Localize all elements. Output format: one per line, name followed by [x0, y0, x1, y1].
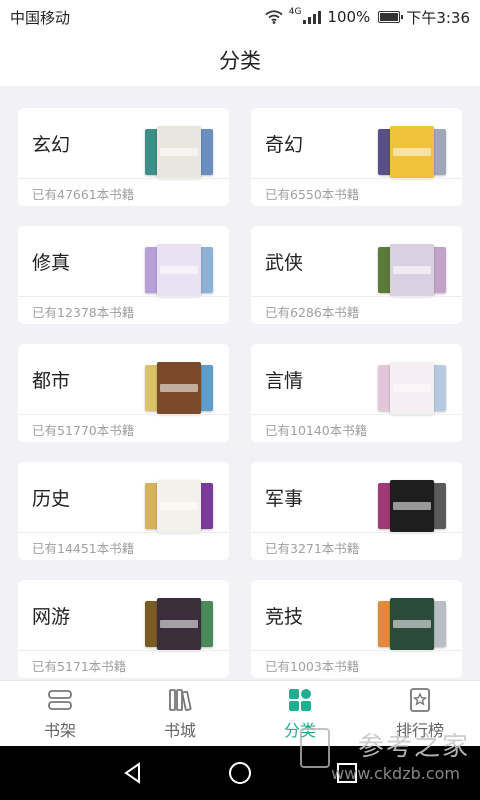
book-covers-thumbnail: [145, 244, 213, 296]
category-card[interactable]: 言情已有10140本书籍: [251, 344, 462, 442]
book-cover-image: [432, 365, 446, 411]
book-cover-image: [390, 362, 434, 414]
card-divider: [251, 414, 462, 415]
book-covers-thumbnail: [145, 126, 213, 178]
category-card[interactable]: 历史已有14451本书籍: [18, 462, 229, 560]
card-divider: [251, 532, 462, 533]
page-header: 分类: [0, 34, 480, 86]
book-cover-image: [199, 601, 213, 647]
back-triangle-icon[interactable]: [121, 761, 145, 785]
category-card[interactable]: 武侠已有6286本书籍: [251, 226, 462, 324]
wifi-icon: [265, 10, 283, 24]
book-covers-thumbnail: [145, 480, 213, 532]
book-count-label: 已有10140本书籍: [265, 423, 368, 438]
category-name: 修真: [32, 252, 71, 274]
card-divider: [18, 178, 229, 179]
card-divider: [18, 414, 229, 415]
book-covers-thumbnail: [378, 126, 446, 178]
card-divider: [18, 296, 229, 297]
category-name: 都市: [32, 370, 71, 392]
book-cover-image: [199, 483, 213, 529]
book-count-label: 已有6550本书籍: [265, 187, 360, 202]
category-card[interactable]: 玄幻已有47661本书籍: [18, 108, 229, 206]
category-name: 奇幻: [265, 134, 304, 156]
category-name: 历史: [32, 488, 71, 510]
book-cover-image: [199, 129, 213, 175]
nav-label-bookshelf: 书架: [43, 720, 76, 740]
book-cover-image: [390, 126, 434, 178]
book-cover-image: [199, 247, 213, 293]
nav-item-bookshelf[interactable]: 书架: [0, 681, 120, 746]
watermark-url: www.ckdzb.com: [331, 764, 460, 783]
home-circle-icon[interactable]: [228, 761, 252, 785]
status-indicators: 4G 100% 下午3:36: [265, 7, 470, 28]
page-title: 分类: [219, 49, 261, 73]
category-card[interactable]: 修真已有12378本书籍: [18, 226, 229, 324]
book-cover-image: [199, 365, 213, 411]
card-divider: [18, 532, 229, 533]
book-cover-image: [390, 244, 434, 296]
book-count-label: 已有14451本书籍: [32, 541, 135, 556]
card-divider: [251, 296, 462, 297]
book-count-label: 已有1003本书籍: [265, 659, 360, 674]
book-cover-image: [157, 126, 201, 178]
card-divider: [18, 650, 229, 651]
category-grid: 玄幻 已有47661本书籍 奇幻 已有6550本书籍 修真 已有12378本书籍 武侠 已有6…: [18, 108, 462, 678]
book-count-label: 已有47661本书籍: [32, 187, 135, 202]
book-count-label: 已有12378本书籍: [32, 305, 135, 320]
nav-item-bookstore[interactable]: 书城: [120, 681, 240, 746]
signal-icon: [303, 10, 322, 24]
book-count-label: 已有3271本书籍: [265, 541, 360, 556]
category-name: 武侠: [265, 252, 304, 274]
card-divider: [251, 178, 462, 179]
status-bar: 中国移动 4G 100% 下午3:36: [0, 0, 480, 34]
book-cover-image: [432, 247, 446, 293]
nav-label-bookstore: 书城: [163, 720, 196, 740]
book-covers-thumbnail: [145, 362, 213, 414]
book-cover-image: [157, 480, 201, 532]
watermark-text: 参考之家: [357, 732, 470, 762]
book-cover-image: [390, 480, 434, 532]
book-cover-image: [390, 598, 434, 650]
category-name: 玄幻: [32, 134, 71, 156]
book-covers-thumbnail: [378, 598, 446, 650]
category-card[interactable]: 网游已有5171本书籍: [18, 580, 229, 678]
bookstore-icon: [169, 688, 192, 711]
battery-icon: [378, 11, 404, 23]
category-card[interactable]: 军事已有3271本书籍: [251, 462, 462, 560]
book-cover-image: [432, 601, 446, 647]
book-covers-thumbnail: [378, 362, 446, 414]
book-cover-image: [157, 362, 201, 414]
book-cover-image: [157, 244, 201, 296]
book-covers-thumbnail: [378, 480, 446, 532]
battery-percent: 100%: [327, 8, 371, 26]
book-count-label: 已有51770本书籍: [32, 423, 135, 438]
carrier-label: 中国移动: [10, 8, 71, 27]
category-name: 网游: [32, 606, 71, 628]
book-covers-thumbnail: [378, 244, 446, 296]
ranking-icon: [410, 687, 430, 712]
book-cover-image: [432, 483, 446, 529]
category-name: 言情: [265, 370, 304, 392]
watermark-logo: [300, 728, 330, 768]
category-card[interactable]: 竞技已有1003本书籍: [251, 580, 462, 678]
book-covers-thumbnail: [145, 598, 213, 650]
clock: 下午3:36: [406, 8, 470, 27]
book-count-label: 已有5171本书籍: [32, 659, 127, 674]
card-divider: [251, 650, 462, 651]
category-card[interactable]: 奇幻已有6550本书籍: [251, 108, 462, 206]
category-name: 军事: [265, 488, 304, 510]
book-count-label: 已有6286本书籍: [265, 305, 360, 320]
bookshelf-icon: [48, 689, 72, 710]
category-card[interactable]: 都市已有51770本书籍: [18, 344, 229, 442]
book-cover-image: [157, 598, 201, 650]
network-type-label: 4G: [288, 7, 302, 17]
category-grid-icon: [289, 688, 311, 711]
book-cover-image: [432, 129, 446, 175]
category-name: 竞技: [265, 606, 304, 628]
